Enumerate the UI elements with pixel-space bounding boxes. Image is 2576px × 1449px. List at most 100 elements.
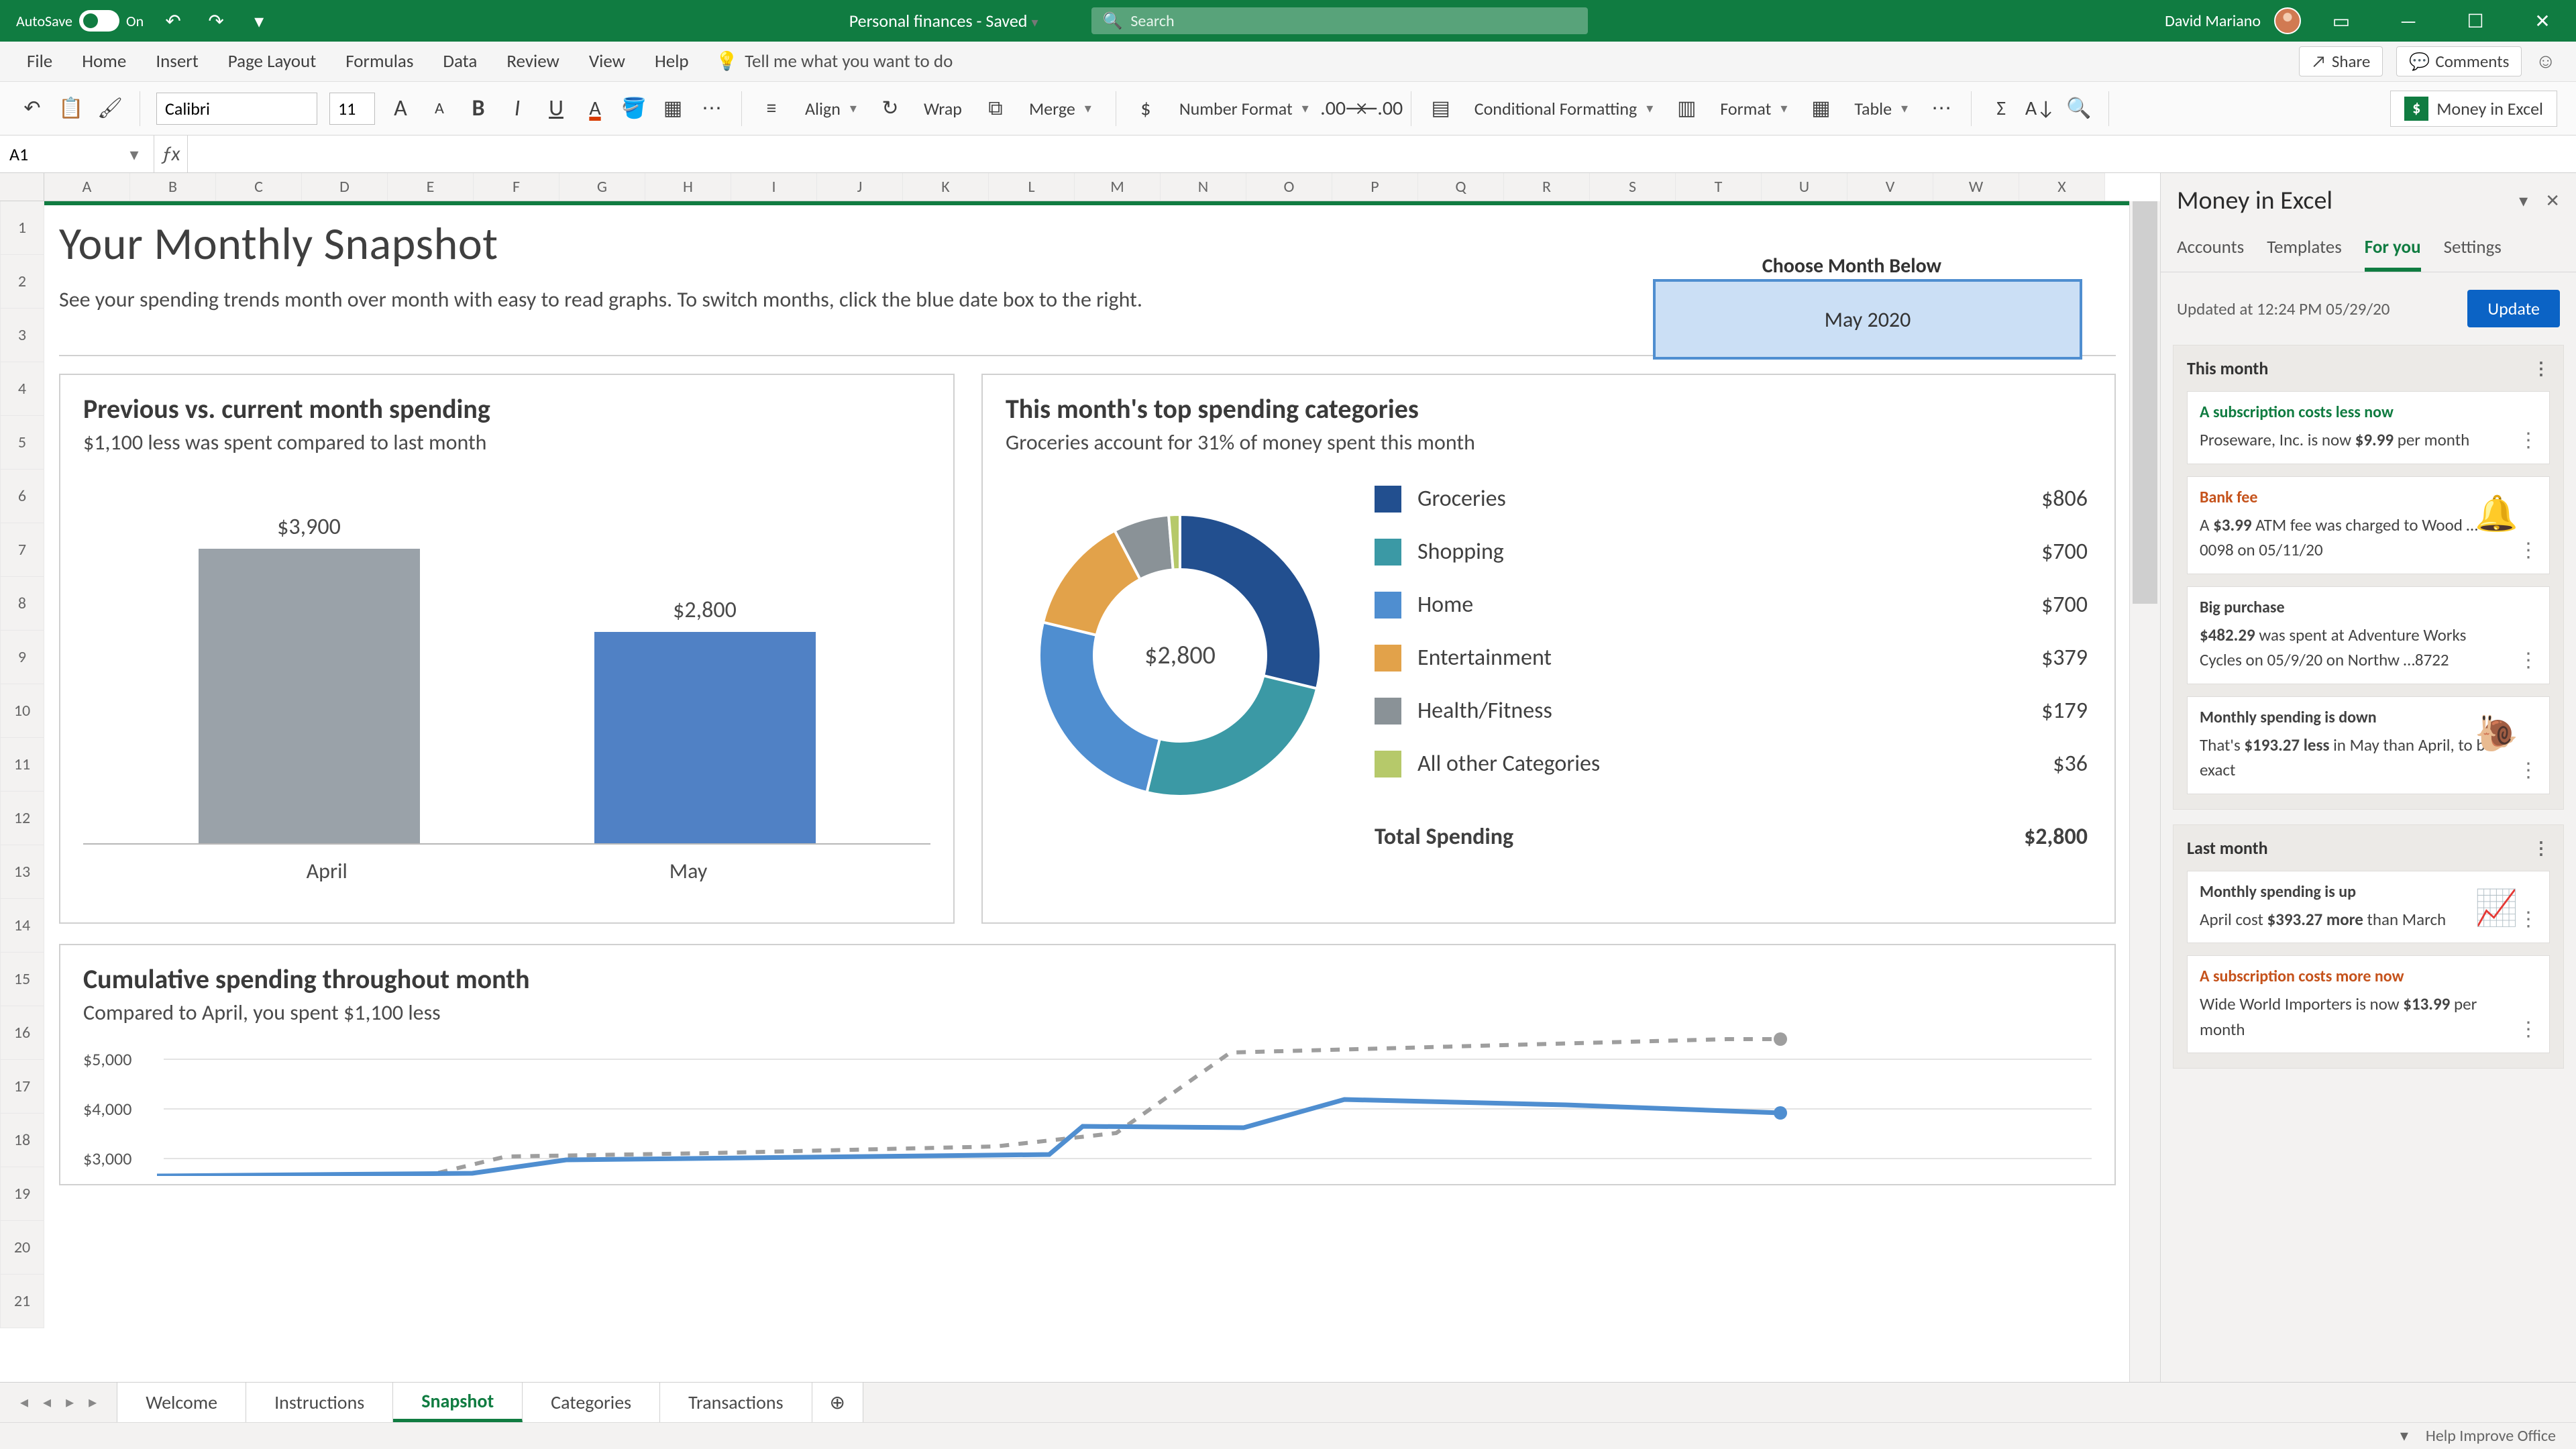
qat-more-icon[interactable]: ▾: [246, 7, 272, 34]
sheet-tab-instructions[interactable]: Instructions: [246, 1383, 393, 1422]
col-header[interactable]: K: [903, 173, 989, 201]
sheet-tab-categories[interactable]: Categories: [523, 1383, 660, 1422]
menu-tab-data[interactable]: Data: [443, 50, 477, 72]
row-header[interactable]: 8: [0, 577, 44, 631]
row-header[interactable]: 7: [0, 523, 44, 577]
table-icon[interactable]: ▦: [1807, 95, 1834, 122]
row-header[interactable]: 3: [0, 309, 44, 362]
table-menu[interactable]: Table: [1846, 94, 1916, 123]
fx-icon[interactable]: ƒx: [154, 136, 188, 173]
insight-card[interactable]: Bank feeA $3.99 ATM fee was charged to W…: [2187, 476, 2550, 574]
borders-icon[interactable]: ▦: [659, 95, 686, 122]
decrease-font-icon[interactable]: A: [426, 95, 453, 122]
col-header[interactable]: F: [474, 173, 559, 201]
col-header[interactable]: M: [1075, 173, 1161, 201]
menu-tab-review[interactable]: Review: [506, 50, 559, 72]
side-tab-templates[interactable]: Templates: [2267, 228, 2342, 272]
col-header[interactable]: D: [302, 173, 388, 201]
row-header[interactable]: 5: [0, 416, 44, 470]
row-header[interactable]: 11: [0, 738, 44, 792]
scroll-thumb[interactable]: [2133, 201, 2157, 604]
next-sheet-icon[interactable]: ▸: [66, 1393, 74, 1412]
search-box[interactable]: 🔍 Search: [1091, 7, 1588, 34]
name-box[interactable]: ▾: [0, 136, 154, 173]
col-header[interactable]: Q: [1418, 173, 1504, 201]
number-format-menu[interactable]: Number Format: [1171, 94, 1317, 123]
font-name-input[interactable]: [156, 93, 317, 125]
redo-icon[interactable]: ↷: [203, 7, 229, 34]
last-sheet-icon[interactable]: ▸: [89, 1393, 97, 1412]
close-panel-icon[interactable]: ✕: [2545, 190, 2560, 211]
insight-card[interactable]: A subscription costs less nowProseware, …: [2187, 391, 2550, 464]
col-header[interactable]: X: [2019, 173, 2105, 201]
col-header[interactable]: S: [1590, 173, 1676, 201]
merge-menu[interactable]: Merge: [1021, 94, 1099, 123]
row-header[interactable]: 6: [0, 470, 44, 523]
format-painter-icon[interactable]: 🖌: [97, 95, 123, 122]
row-header[interactable]: 10: [0, 684, 44, 738]
bold-icon[interactable]: B: [465, 95, 492, 122]
align-menu[interactable]: Align: [797, 94, 865, 123]
sheet-nav[interactable]: ◂ ◂ ▸ ▸: [0, 1383, 117, 1422]
more-icon[interactable]: ⋮: [2518, 758, 2538, 783]
col-header[interactable]: J: [817, 173, 903, 201]
formula-input[interactable]: [188, 136, 2576, 172]
more-icon[interactable]: ⋮: [2518, 648, 2538, 673]
month-picker[interactable]: May 2020: [1653, 279, 2082, 360]
ribbon-display-icon[interactable]: ▭: [2314, 0, 2368, 42]
user-name[interactable]: David Mariano: [2165, 11, 2261, 31]
col-header[interactable]: L: [989, 173, 1075, 201]
cond-fmt-menu[interactable]: Conditional Formatting: [1466, 94, 1662, 123]
more-icon[interactable]: ⋮: [2532, 837, 2550, 859]
side-tab-accounts[interactable]: Accounts: [2177, 228, 2244, 272]
menu-tab-home[interactable]: Home: [82, 50, 126, 72]
row-header[interactable]: 1: [0, 201, 44, 255]
autosave-switch[interactable]: [79, 10, 119, 32]
col-header[interactable]: U: [1762, 173, 1847, 201]
format-icon[interactable]: ▥: [1673, 95, 1700, 122]
col-header[interactable]: W: [1933, 173, 2019, 201]
increase-decimal-icon[interactable]: .00→: [1329, 95, 1356, 122]
add-sheet-button[interactable]: ⊕: [812, 1383, 863, 1422]
tell-me[interactable]: 💡 Tell me what you want to do: [716, 42, 953, 81]
chevron-down-icon[interactable]: ▾: [2519, 190, 2528, 211]
insight-card[interactable]: Monthly spending is upApril cost $393.27…: [2187, 871, 2550, 944]
undo-icon[interactable]: ↶: [19, 95, 46, 122]
find-icon[interactable]: 🔍: [2065, 95, 2092, 122]
comments-button[interactable]: 💬Comments: [2396, 46, 2522, 76]
name-box-input[interactable]: [0, 144, 121, 165]
col-header[interactable]: R: [1504, 173, 1590, 201]
menu-tab-file[interactable]: File: [27, 50, 52, 72]
insight-card[interactable]: Monthly spending is downThat's $193.27 l…: [2187, 696, 2550, 794]
share-button[interactable]: ↗Share: [2299, 46, 2383, 76]
font-size-input[interactable]: [329, 93, 375, 125]
avatar[interactable]: [2274, 7, 2301, 34]
row-header[interactable]: 14: [0, 899, 44, 953]
col-header[interactable]: P: [1332, 173, 1418, 201]
wrap-button[interactable]: Wrap: [916, 94, 970, 123]
minimize-icon[interactable]: —: [2381, 0, 2435, 42]
undo-icon[interactable]: ↶: [160, 7, 186, 34]
row-header[interactable]: 20: [0, 1221, 44, 1275]
col-header[interactable]: A: [44, 173, 130, 201]
update-button[interactable]: Update: [2467, 290, 2560, 327]
col-header[interactable]: O: [1246, 173, 1332, 201]
smiley-icon[interactable]: ☺: [2535, 49, 2556, 74]
col-header[interactable]: H: [645, 173, 731, 201]
more-icon[interactable]: ⋮: [2518, 1017, 2538, 1042]
col-header[interactable]: E: [388, 173, 474, 201]
row-header[interactable]: 19: [0, 1167, 44, 1221]
chevron-down-icon[interactable]: ▾: [121, 144, 148, 165]
side-tab-settings[interactable]: Settings: [2444, 228, 2502, 272]
row-header[interactable]: 9: [0, 631, 44, 684]
autosum-icon[interactable]: Σ: [1988, 95, 2015, 122]
row-header[interactable]: 16: [0, 1006, 44, 1060]
underline-icon[interactable]: U: [543, 95, 570, 122]
col-header[interactable]: N: [1161, 173, 1246, 201]
autosave-toggle[interactable]: AutoSave On: [16, 10, 144, 32]
col-header[interactable]: B: [130, 173, 216, 201]
row-header[interactable]: 2: [0, 255, 44, 309]
insight-card[interactable]: A subscription costs more nowWide World …: [2187, 955, 2550, 1053]
sheet-tab-welcome[interactable]: Welcome: [117, 1383, 246, 1422]
help-improve-link[interactable]: Help Improve Office: [2426, 1426, 2556, 1446]
